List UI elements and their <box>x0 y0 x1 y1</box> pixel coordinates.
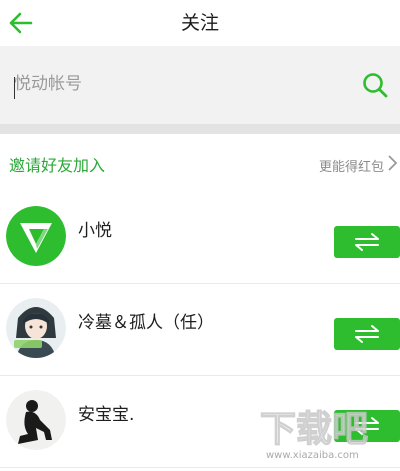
user-name: 小悦 <box>78 221 112 241</box>
user-name: 安宝宝. <box>78 405 135 425</box>
search-input[interactable] <box>14 66 344 102</box>
section-divider <box>0 124 400 134</box>
invite-friends-label: 邀请好友加入 <box>9 156 106 175</box>
follow-button[interactable] <box>334 410 400 442</box>
user-list: 小悦 冷墓＆孤人（任） 安宝宝. <box>0 192 400 468</box>
follow-exchange-icon <box>355 233 379 251</box>
follow-button[interactable] <box>334 226 400 258</box>
user-name: 冷墓＆孤人（任） <box>78 313 214 333</box>
chevron-right-icon <box>388 155 398 171</box>
list-item[interactable]: 小悦 <box>0 192 400 284</box>
search-bar <box>0 46 400 124</box>
silhouette-avatar[interactable] <box>6 390 66 450</box>
list-item[interactable]: 冷墓＆孤人（任） <box>0 284 400 376</box>
invite-reward-hint: 更能得红包 <box>318 160 384 175</box>
top-bar: 关注 <box>0 0 400 46</box>
follow-button[interactable] <box>334 318 400 350</box>
list-item[interactable]: 安宝宝. <box>0 376 400 468</box>
anime-character-avatar[interactable] <box>6 298 66 358</box>
search-button[interactable] <box>360 70 390 100</box>
invite-friends-row[interactable]: 邀请好友加入 更能得红包 <box>0 134 400 192</box>
text-cursor <box>14 77 15 99</box>
follow-exchange-icon <box>355 417 379 435</box>
page-title: 关注 <box>180 12 219 34</box>
yuedong-logo-avatar[interactable] <box>6 206 66 266</box>
search-icon <box>363 73 388 98</box>
follow-exchange-icon <box>355 325 379 343</box>
